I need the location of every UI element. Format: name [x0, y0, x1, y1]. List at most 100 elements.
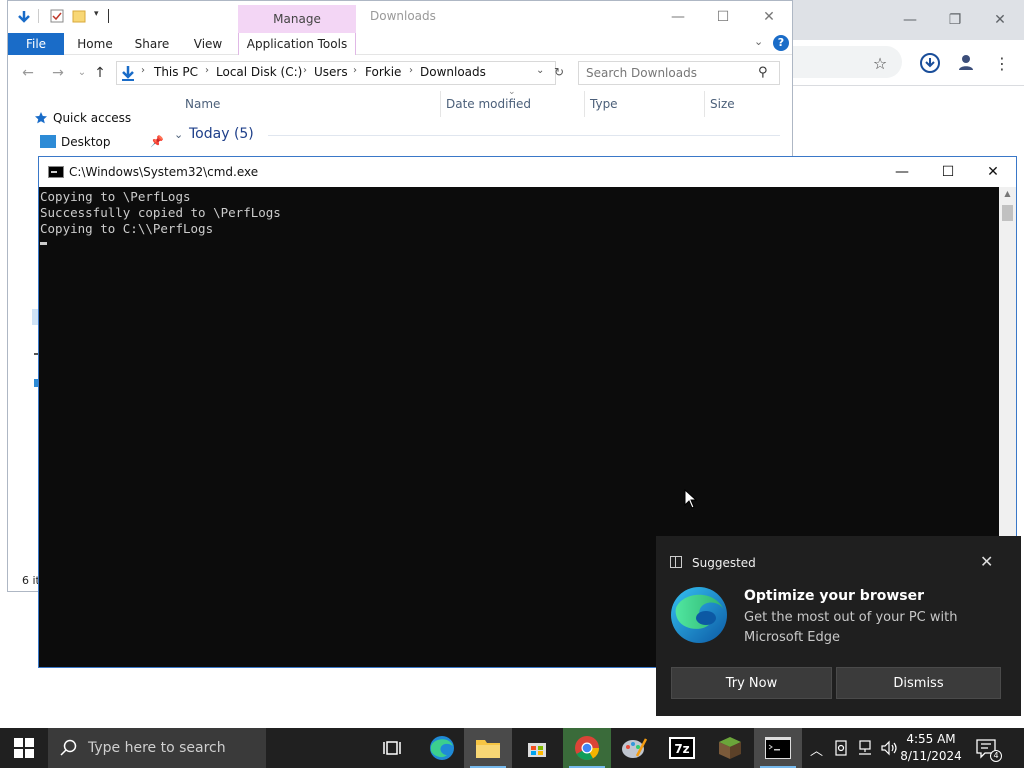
- breadcrumb-local-disk[interactable]: Local Disk (C:): [216, 65, 302, 79]
- properties-arrow-icon[interactable]: [16, 9, 32, 25]
- tab-share[interactable]: Share: [128, 33, 176, 55]
- group-today[interactable]: Today (5): [189, 126, 254, 142]
- quick-access-star-icon: [35, 112, 47, 124]
- toast-headline: Optimize your browser: [744, 588, 925, 604]
- toast-body: Get the most out of your PC with Microso…: [744, 610, 958, 645]
- taskbar-search-placeholder: Type here to search: [88, 740, 226, 756]
- tab-application-tools[interactable]: Application Tools: [238, 33, 356, 55]
- group-collapse-chevron-icon[interactable]: ⌄: [174, 128, 183, 141]
- start-button[interactable]: [0, 728, 48, 768]
- nav-desktop[interactable]: Desktop: [61, 135, 111, 149]
- cmd-maximize-button[interactable]: ☐: [925, 157, 971, 187]
- column-date-modified[interactable]: Date modified: [446, 97, 531, 111]
- chrome-minimize-button[interactable]: —: [900, 10, 920, 30]
- taskbar: Type here to search 7z ︿ 4:55 AM 8/11/20…: [0, 728, 1024, 768]
- chrome-close-button[interactable]: ✕: [990, 10, 1010, 30]
- cmd-minimize-button[interactable]: —: [879, 157, 925, 187]
- device-icon[interactable]: [834, 740, 848, 756]
- properties-check-icon[interactable]: [50, 9, 64, 23]
- console-line: Successfully copied to \PerfLogs: [40, 205, 281, 220]
- taskbar-edge[interactable]: [418, 728, 466, 768]
- taskbar-paint[interactable]: [610, 728, 658, 768]
- column-name[interactable]: Name: [185, 97, 220, 111]
- profile-icon[interactable]: [954, 52, 978, 76]
- nav-quick-access[interactable]: Quick access: [53, 111, 131, 125]
- console-line: Copying to \PerfLogs: [40, 189, 191, 204]
- downloads-folder-icon: [122, 66, 134, 81]
- toast-close-icon[interactable]: ✕: [980, 552, 993, 571]
- tab-home[interactable]: Home: [70, 33, 120, 55]
- task-view-icon: [383, 741, 401, 755]
- explorer-maximize-button[interactable]: ☐: [708, 7, 738, 27]
- dismiss-button[interactable]: Dismiss: [836, 667, 1001, 699]
- customize-qat-icon[interactable]: ▾: [94, 9, 99, 19]
- store-icon: [528, 743, 546, 757]
- show-hidden-icons-chevron-icon[interactable]: ︿: [810, 740, 823, 759]
- console-line: Copying to C:\\PerfLogs: [40, 221, 214, 236]
- tab-view[interactable]: View: [184, 33, 232, 55]
- breadcrumb-downloads[interactable]: Downloads: [420, 65, 486, 79]
- console-cursor: [40, 242, 47, 245]
- column-type[interactable]: Type: [590, 97, 618, 111]
- taskbar-chrome[interactable]: [563, 728, 611, 768]
- explorer-minimize-button[interactable]: —: [663, 7, 693, 27]
- taskbar-search-icon: [60, 739, 77, 756]
- manage-tab[interactable]: Manage: [238, 5, 356, 33]
- forward-arrow-icon[interactable]: →: [48, 63, 68, 83]
- address-dropdown-icon[interactable]: ⌄: [536, 65, 544, 76]
- network-icon[interactable]: [857, 740, 873, 756]
- explorer-close-button[interactable]: ✕: [754, 7, 784, 27]
- refresh-icon[interactable]: ↻: [554, 65, 564, 79]
- cmd-title: C:\Windows\System32\cmd.exe: [69, 165, 259, 179]
- edge-suggestion-toast: Suggested ✕ Optimize your browser Get th…: [656, 536, 1021, 716]
- download-icon[interactable]: [918, 52, 942, 76]
- recent-locations-chevron-icon[interactable]: ⌄: [72, 63, 92, 83]
- column-size[interactable]: Size: [710, 97, 735, 111]
- folder-icon: [476, 740, 500, 758]
- minecraft-icon: [719, 737, 741, 759]
- breadcrumb-users[interactable]: Users: [314, 65, 348, 79]
- cmd-close-button[interactable]: ✕: [970, 157, 1016, 187]
- pin-icon: 📌: [150, 135, 164, 148]
- new-folder-icon[interactable]: [72, 9, 86, 23]
- svg-text:7z: 7z: [674, 742, 689, 756]
- edge-logo-icon: [671, 587, 727, 643]
- search-placeholder: Search Downloads: [586, 66, 697, 80]
- cmd-app-icon[interactable]: [48, 166, 64, 178]
- scroll-up-arrow-icon[interactable]: ▲: [1001, 189, 1014, 201]
- cmd-icon: [765, 737, 791, 759]
- chrome-menu-icon[interactable]: ⋮: [990, 52, 1014, 76]
- taskbar-file-explorer[interactable]: [464, 728, 512, 768]
- up-arrow-icon[interactable]: ↑: [90, 63, 110, 83]
- desktop-icon: [40, 135, 56, 148]
- ribbon-expand-chevron-icon[interactable]: ⌄: [754, 35, 763, 48]
- edge-icon: [430, 736, 454, 760]
- taskbar-7zip[interactable]: 7z: [658, 728, 706, 768]
- sort-chevron-icon: ⌄: [508, 87, 516, 97]
- task-view-button[interactable]: [368, 728, 416, 768]
- volume-icon[interactable]: [880, 740, 898, 756]
- notification-count-badge: 4: [990, 750, 1002, 762]
- cmd-scrollbar-thumb[interactable]: [1002, 205, 1013, 221]
- taskbar-microsoft-store[interactable]: [513, 728, 561, 768]
- mouse-pointer-icon: [684, 489, 698, 509]
- clock-date[interactable]: 8/11/2024: [900, 749, 962, 763]
- help-icon[interactable]: ?: [773, 35, 789, 51]
- chrome-restore-button[interactable]: ❐: [945, 10, 965, 30]
- clock-time[interactable]: 4:55 AM: [905, 732, 957, 746]
- windows-logo-icon: [14, 738, 34, 758]
- taskbar-minecraft[interactable]: [706, 728, 754, 768]
- window-title: Downloads: [370, 9, 436, 23]
- paint-icon: [622, 738, 647, 758]
- tab-file[interactable]: File: [8, 33, 64, 55]
- 7zip-icon: 7z: [669, 737, 695, 759]
- breadcrumb-this-pc[interactable]: This PC: [154, 65, 198, 79]
- bookmark-star-icon[interactable]: ☆: [868, 52, 892, 76]
- toast-header: Suggested: [692, 556, 756, 570]
- try-now-button[interactable]: Try Now: [671, 667, 832, 699]
- taskbar-command-prompt[interactable]: [754, 728, 802, 768]
- breadcrumb-forkie[interactable]: Forkie: [365, 65, 401, 79]
- back-arrow-icon[interactable]: ←: [18, 63, 38, 83]
- search-icon[interactable]: ⚲: [758, 65, 768, 80]
- ribbon-tabs: [8, 33, 792, 55]
